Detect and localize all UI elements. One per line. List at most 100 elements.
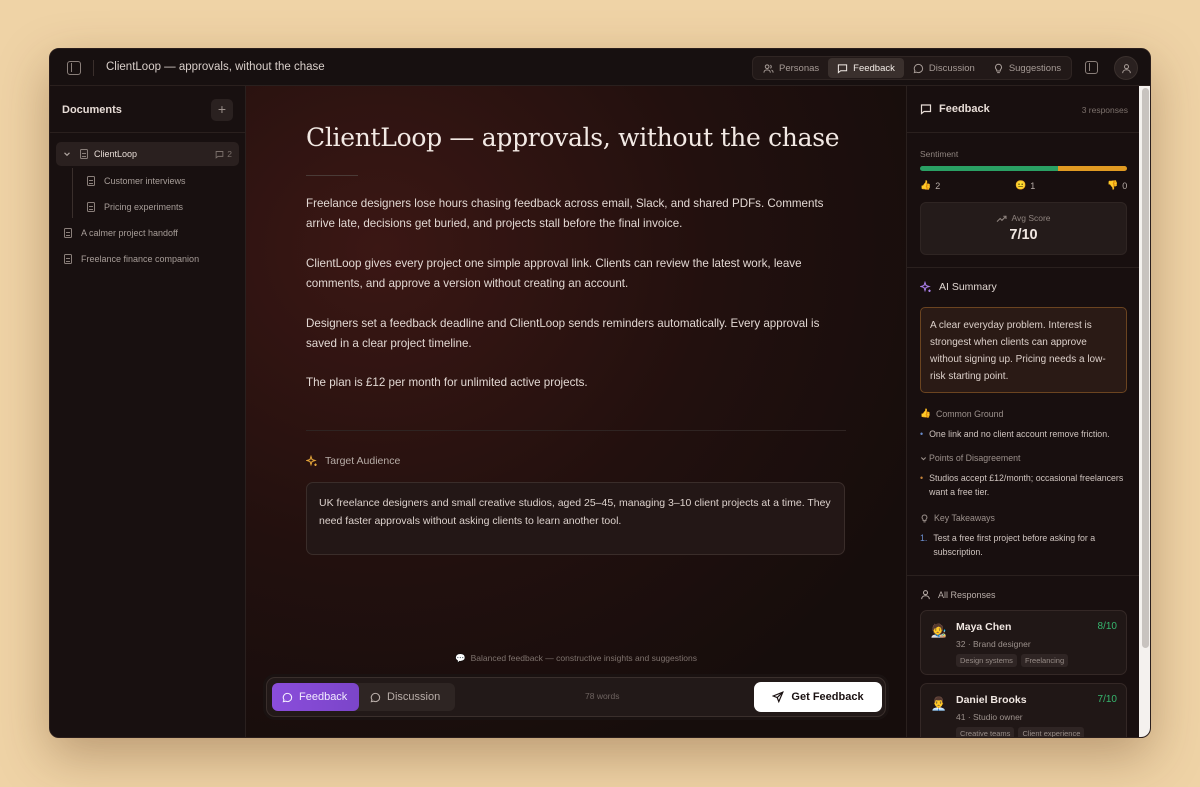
paragraph[interactable]: The plan is £12 per month for unlimited …	[306, 373, 846, 393]
sidebar-header: Documents +	[50, 86, 245, 133]
avg-score-value: 7/10	[1009, 227, 1038, 243]
feedback-mode-button[interactable]: Feedback	[272, 683, 359, 711]
users-icon	[763, 63, 774, 73]
sidebar-item-customer-interviews[interactable]: Customer interviews	[87, 174, 186, 188]
feedback-panel-header: Feedback 3 responses	[907, 86, 1139, 133]
sidebar-item-pricing-experiments[interactable]: Pricing experiments	[87, 200, 183, 214]
sidebar-item-label: ClientLoop	[94, 149, 138, 159]
tab-label: Personas	[779, 62, 820, 74]
chevron-down-icon	[920, 456, 927, 460]
scrollbar[interactable]	[1139, 86, 1150, 737]
top-bar: ClientLoop — approvals, without the chas…	[50, 49, 1150, 86]
tab-discussion[interactable]: Discussion	[904, 58, 984, 78]
sparkle-icon	[306, 455, 317, 467]
document-icon	[87, 202, 95, 212]
neutral-face-icon: 😐	[1015, 180, 1027, 190]
takeaways-label: Key Takeaways	[920, 513, 995, 523]
tag: Freelancing	[1020, 654, 1069, 667]
scrollbar-thumb[interactable]	[1142, 88, 1149, 648]
get-feedback-button[interactable]: Get Feedback	[754, 682, 882, 712]
sidebar-toggle-icon[interactable]	[67, 61, 81, 75]
page-title[interactable]: ClientLoop — approvals, without the chas…	[306, 123, 840, 152]
sentiment-bar	[920, 166, 1127, 171]
tab-label: Suggestions	[1008, 62, 1062, 74]
mode-toggle: Feedback Discussion	[272, 683, 455, 711]
document-icon	[80, 149, 88, 159]
tab-suggestions[interactable]: Suggestions	[984, 58, 1070, 78]
message-icon	[838, 63, 848, 74]
takeaway-number: 1.	[920, 533, 928, 543]
target-audience-input[interactable]: UK freelance designers and small creativ…	[306, 482, 845, 555]
paragraph[interactable]: Designers set a feedback deadline and Cl…	[306, 314, 846, 354]
trending-up-icon	[997, 215, 1008, 222]
user-avatar[interactable]	[1114, 56, 1138, 80]
tag: Creative teams	[956, 727, 1015, 737]
sentiment-negative: 👎 0	[1107, 180, 1128, 191]
all-responses-label: All Responses	[920, 589, 996, 600]
sentiment-neutral-segment	[1057, 166, 1127, 171]
avg-score-label: Avg Score	[921, 213, 1126, 223]
persona-tags: Design systems Freelancing	[956, 654, 1069, 667]
sidebar-item-label: Freelance finance companion	[81, 254, 200, 264]
sidebar-item-project-handoff[interactable]: A calmer project handoff	[64, 226, 178, 240]
sidebar-item-clientloop[interactable]: ClientLoop 2	[56, 142, 239, 166]
disagreement-item: • Studios accept £12/month; occasional f…	[920, 472, 1130, 499]
bullet: •	[920, 429, 924, 439]
response-card[interactable]: 🧑‍🎨 Maya Chen 8/10 32 · Brand designer D…	[920, 610, 1127, 675]
persona-score: 7/10	[1097, 694, 1117, 705]
add-document-button[interactable]: +	[211, 99, 233, 121]
tab-label: Feedback	[853, 62, 895, 74]
user-icon	[1121, 63, 1131, 73]
speech-bubble-icon: 💬	[455, 653, 466, 663]
chat-bubble-icon	[282, 692, 293, 702]
sentiment-neutral: 😐 1	[1015, 180, 1036, 191]
paragraph[interactable]: ClientLoop gives every project one simpl…	[306, 254, 846, 294]
tab-personas[interactable]: Personas	[754, 58, 828, 78]
sidebar-item-finance-companion[interactable]: Freelance finance companion	[64, 252, 199, 266]
common-ground-item: • One link and no client account remove …	[920, 428, 1130, 442]
divider	[93, 60, 94, 76]
persona-details: 41 · Studio owner	[956, 712, 1023, 722]
tag: Client experience	[1018, 727, 1085, 737]
sparkle-icon	[920, 281, 931, 293]
thumbs-up-icon: 👍	[920, 180, 932, 190]
chevron-down-icon	[64, 152, 70, 157]
discussion-mode-button[interactable]: Discussion	[360, 683, 450, 711]
sidebar-item-label: Pricing experiments	[104, 202, 184, 212]
word-count: 78 words	[585, 691, 620, 701]
action-bar: Feedback Discussion 78 words Get Feedbac…	[266, 677, 886, 717]
sidebar-item-label: Customer interviews	[104, 176, 186, 186]
document-icon	[64, 228, 72, 238]
tag: Design systems	[956, 654, 1017, 667]
app-window: ClientLoop — approvals, without the chas…	[49, 48, 1151, 738]
send-icon	[772, 691, 785, 703]
persona-score: 8/10	[1097, 621, 1117, 632]
feedback-mode-hint: 💬 Balanced feedback — constructive insig…	[455, 653, 697, 663]
target-audience-label: Target Audience	[306, 455, 400, 467]
avg-score-card: Avg Score 7/10	[920, 202, 1127, 255]
ai-summary-title: AI Summary	[920, 281, 997, 293]
divider	[907, 575, 1139, 576]
persona-details: 32 · Brand designer	[956, 639, 1031, 649]
feedback-panel: Feedback 3 responses Sentiment 👍 2 😐 1 👎…	[906, 86, 1139, 737]
persona-name: Maya Chen	[956, 621, 1012, 633]
thumbs-up-icon: 👍	[920, 408, 931, 418]
response-card[interactable]: 👨‍💼 Daniel Brooks 7/10 41 · Studio owner…	[920, 683, 1127, 737]
title-divider	[306, 175, 358, 176]
user-icon	[921, 590, 930, 600]
bullet: •	[920, 473, 924, 483]
document-icon	[87, 176, 95, 186]
paragraph[interactable]: Freelance designers lose hours chasing f…	[306, 194, 846, 234]
tree-line	[72, 168, 73, 218]
tab-feedback[interactable]: Feedback	[828, 58, 904, 78]
chat-bubble-icon	[913, 63, 923, 73]
message-icon	[920, 104, 932, 115]
common-ground-label: 👍 Common Ground	[920, 408, 1004, 419]
takeaway-item: 1. Test a free first project before aski…	[920, 532, 1130, 559]
feedback-panel-title: Feedback	[920, 103, 990, 115]
sidebar-title: Documents	[62, 104, 122, 116]
panel-toggle-icon[interactable]	[1085, 61, 1098, 74]
ai-summary-text: A clear everyday problem. Interest is st…	[920, 307, 1127, 393]
sentiment-label: Sentiment	[920, 149, 959, 159]
persona-name: Daniel Brooks	[956, 694, 1027, 706]
